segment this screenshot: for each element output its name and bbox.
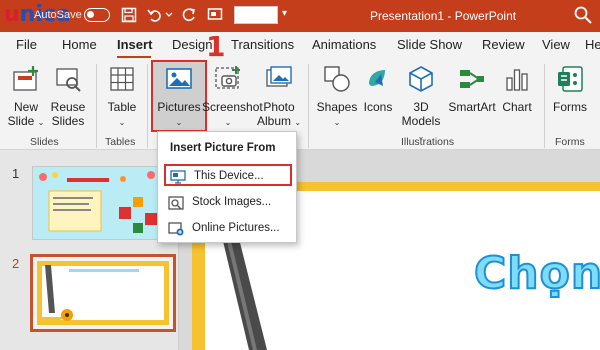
smartart-button[interactable]: SmartArt	[446, 64, 498, 114]
tab-file[interactable]: File	[16, 37, 37, 52]
smartart-icon	[446, 64, 498, 97]
menu-title: Insert Picture From	[170, 142, 276, 154]
forms-icon	[550, 64, 590, 97]
icons-icon	[360, 64, 396, 97]
cube-icon	[398, 64, 444, 97]
group-label-illustrations: Illustrations	[401, 136, 455, 148]
menu-item-label: This Device...	[194, 170, 264, 182]
slide-thumbnail-1[interactable]	[32, 166, 174, 240]
group-separator	[96, 64, 97, 148]
reuse-slides-button[interactable]: Reuse Slides	[48, 64, 88, 128]
tab-animations[interactable]: Animations	[312, 37, 376, 52]
slide-1-preview	[33, 167, 173, 239]
ribbon-tabs: File Home Insert Design Transitions Anim…	[0, 32, 600, 58]
search-icon[interactable]	[572, 4, 594, 26]
redo-icon[interactable]	[178, 4, 200, 26]
table-button[interactable]: Table ⌄	[102, 64, 142, 130]
menu-item-stock-images[interactable]: Stock Images...	[164, 192, 292, 214]
chart-button[interactable]: Chart	[500, 64, 534, 114]
group-label-tables: Tables	[105, 136, 136, 148]
tab-review[interactable]: Review	[482, 37, 525, 52]
tab-view[interactable]: View	[542, 37, 570, 52]
undo-dropdown-icon[interactable]	[164, 4, 174, 26]
screenshot-icon	[202, 64, 254, 97]
group-separator	[544, 64, 545, 148]
icons-button[interactable]: Icons	[360, 64, 396, 114]
present-icon[interactable]	[204, 4, 226, 26]
slide-thumbnail-2[interactable]	[30, 254, 176, 332]
group-label-forms: Forms	[555, 136, 585, 148]
new-slide-button[interactable]: New Slide ⌄	[6, 64, 46, 130]
picture-icon	[153, 64, 205, 97]
menu-item-label: Online Pictures...	[192, 222, 280, 234]
computer-icon	[170, 170, 186, 184]
slide-title-text[interactable]: Chọn	[473, 247, 600, 300]
slide-number: 1	[12, 166, 20, 181]
tab-slide-show[interactable]: Slide Show	[397, 37, 462, 52]
forms-button[interactable]: Forms	[550, 64, 590, 114]
3d-models-button[interactable]: 3D Models ⌄	[398, 64, 444, 144]
tab-help[interactable]: Help	[585, 37, 600, 52]
shapes-button[interactable]: Shapes ⌄	[316, 64, 358, 130]
insert-picture-menu: Insert Picture From This Device... Stock…	[157, 131, 297, 243]
title-bar: unica AutoSave ▾ Presentation1 - PowerPo…	[0, 0, 600, 32]
new-slide-icon	[6, 64, 46, 97]
menu-item-label: Stock Images...	[192, 196, 272, 208]
photo-album-icon	[256, 64, 302, 97]
slide-2-preview	[39, 265, 139, 325]
group-separator	[308, 64, 309, 148]
window-title: Presentation1 - PowerPoint	[370, 9, 517, 23]
menu-item-online-pictures[interactable]: Online Pictures...	[164, 218, 292, 240]
chart-icon	[500, 64, 534, 97]
tab-transitions[interactable]: Transitions	[231, 37, 294, 52]
tab-home[interactable]: Home	[62, 37, 97, 52]
tab-insert[interactable]: Insert	[117, 37, 152, 52]
group-separator	[147, 64, 148, 148]
online-pictures-icon	[168, 222, 184, 236]
undo-icon[interactable]	[144, 4, 166, 26]
annotation-step-1: 1	[206, 30, 226, 63]
menu-item-this-device[interactable]: This Device...	[164, 164, 292, 186]
group-label-slides: Slides	[30, 136, 59, 148]
table-icon	[102, 64, 142, 97]
shapes-icon	[316, 64, 358, 97]
slide-number: 2	[12, 256, 20, 271]
quick-access-dropdown[interactable]	[234, 6, 278, 24]
photo-album-button[interactable]: Photo Album ⌄	[256, 64, 302, 130]
reuse-slides-icon	[48, 64, 88, 97]
chevron-down-icon[interactable]: ▾	[282, 8, 287, 19]
save-icon[interactable]	[118, 4, 140, 26]
screenshot-button[interactable]: Screenshot ⌄	[202, 64, 263, 130]
stock-images-icon	[168, 196, 184, 210]
autosave-toggle[interactable]	[84, 8, 110, 22]
autosave-label: AutoSave	[34, 9, 82, 21]
pictures-button[interactable]: Pictures ⌄	[153, 64, 205, 130]
